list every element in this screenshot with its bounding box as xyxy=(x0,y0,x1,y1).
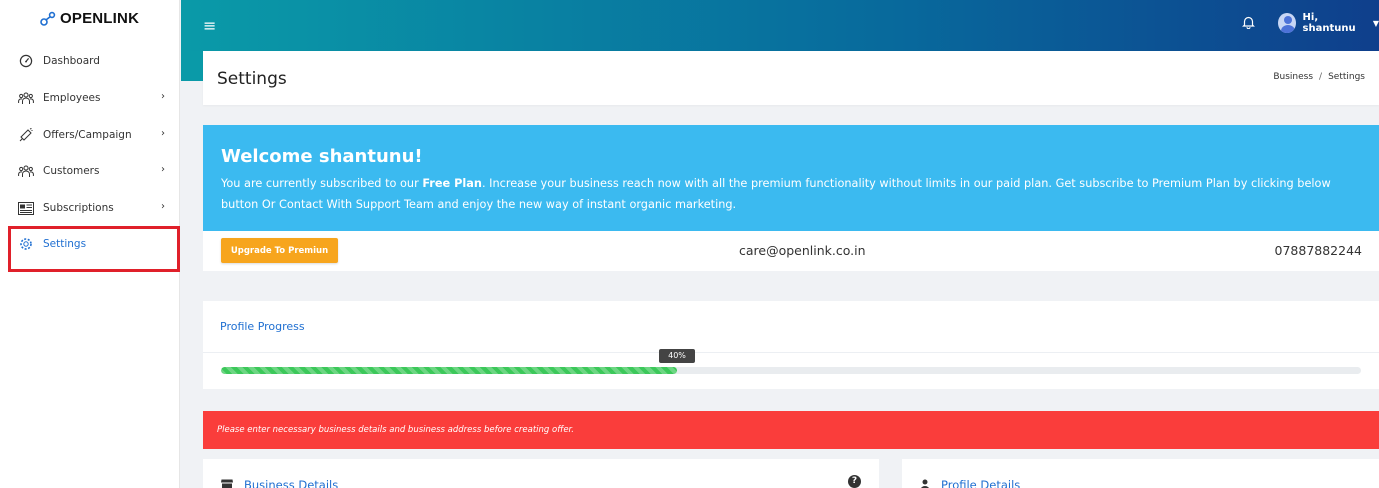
sidebar-item-dashboard[interactable]: Dashboard xyxy=(0,46,180,76)
profile-details-header[interactable]: Profile Details xyxy=(920,475,1020,488)
sidebar-item-employees[interactable]: Employees › xyxy=(0,83,180,113)
profile-details-label: Profile Details xyxy=(941,477,1021,488)
user-icon xyxy=(920,475,930,488)
breadcrumb-settings: Settings xyxy=(1328,72,1365,82)
caret-down-icon: ▼ xyxy=(1372,18,1379,28)
question-circle-icon[interactable]: ? xyxy=(848,475,861,488)
chevron-right-icon: › xyxy=(161,164,165,175)
support-email[interactable]: care@openlink.co.in xyxy=(739,243,866,258)
sidebar-item-customers[interactable]: Customers › xyxy=(0,156,180,186)
alert-message: Please enter necessary business details … xyxy=(217,425,574,435)
welcome-message: You are currently subscribed to our Free… xyxy=(221,173,1361,215)
business-details-label: Business Details xyxy=(244,477,339,488)
logo-text: OPENLINK xyxy=(60,10,140,27)
users-icon xyxy=(18,91,34,105)
support-phone[interactable]: 07887882244 xyxy=(1275,243,1362,258)
avatar xyxy=(1278,13,1296,33)
chevron-right-icon: › xyxy=(161,91,165,102)
link-logo-icon xyxy=(40,11,56,26)
profile-progress-title: Profile Progress xyxy=(220,320,305,333)
topbar: ≡ Hi, shantunu ▼ xyxy=(181,0,1379,51)
user-greeting: Hi, shantunu xyxy=(1302,12,1356,34)
user-menu[interactable]: Hi, shantunu ▼ xyxy=(1278,12,1379,34)
upgrade-button[interactable]: Upgrade To Premiun xyxy=(221,238,338,263)
header-accent-strip xyxy=(181,51,203,81)
contact-row: Upgrade To Premiun care@openlink.co.in 0… xyxy=(203,231,1379,271)
progress-fill xyxy=(221,367,677,374)
breadcrumb: Business / Settings xyxy=(1273,72,1365,82)
breadcrumb-separator: / xyxy=(1319,72,1323,82)
chevron-right-icon: › xyxy=(161,128,165,139)
sidebar-item-label: Offers/Campaign xyxy=(43,129,132,141)
welcome-banner: Welcome shantunu! You are currently subs… xyxy=(203,125,1379,231)
progress-track xyxy=(221,367,1361,374)
sidebar-item-label: Dashboard xyxy=(43,55,100,67)
progress-percent-label: 40% xyxy=(659,349,695,363)
chevron-right-icon: › xyxy=(161,201,165,212)
sidebar-item-label: Customers xyxy=(43,165,100,177)
openlink-logo[interactable]: OPENLINK xyxy=(40,10,139,27)
sidebar-item-offers-campaign[interactable]: Offers/Campaign › xyxy=(0,120,180,150)
settings-highlight-box xyxy=(8,226,180,272)
megaphone-icon xyxy=(18,128,34,142)
divider xyxy=(203,352,1379,353)
welcome-title: Welcome shantunu! xyxy=(221,146,423,167)
subscriptions-icon xyxy=(18,201,34,215)
gauge-icon xyxy=(18,54,34,68)
hamburger-icon[interactable]: ≡ xyxy=(203,16,216,35)
bell-icon[interactable] xyxy=(1242,14,1255,33)
breadcrumb-business[interactable]: Business xyxy=(1273,72,1313,82)
page-header: Settings Business / Settings xyxy=(203,51,1379,105)
sidebar-item-label: Subscriptions xyxy=(43,202,114,214)
warning-alert: Please enter necessary business details … xyxy=(203,411,1379,449)
page-title: Settings xyxy=(217,69,287,89)
profile-details-card: Profile Details xyxy=(902,459,1379,488)
store-icon xyxy=(221,475,233,488)
business-details-card: Business Details ? xyxy=(203,459,879,488)
plan-name: Free Plan xyxy=(422,177,482,190)
welcome-text-before: You are currently subscribed to our xyxy=(221,177,423,190)
sidebar-item-label: Employees xyxy=(43,92,101,104)
business-details-header[interactable]: Business Details xyxy=(221,475,338,488)
profile-progress-card: Profile Progress 40% xyxy=(203,301,1379,389)
sidebar-item-subscriptions[interactable]: Subscriptions › xyxy=(0,193,180,223)
users-icon xyxy=(18,164,34,178)
